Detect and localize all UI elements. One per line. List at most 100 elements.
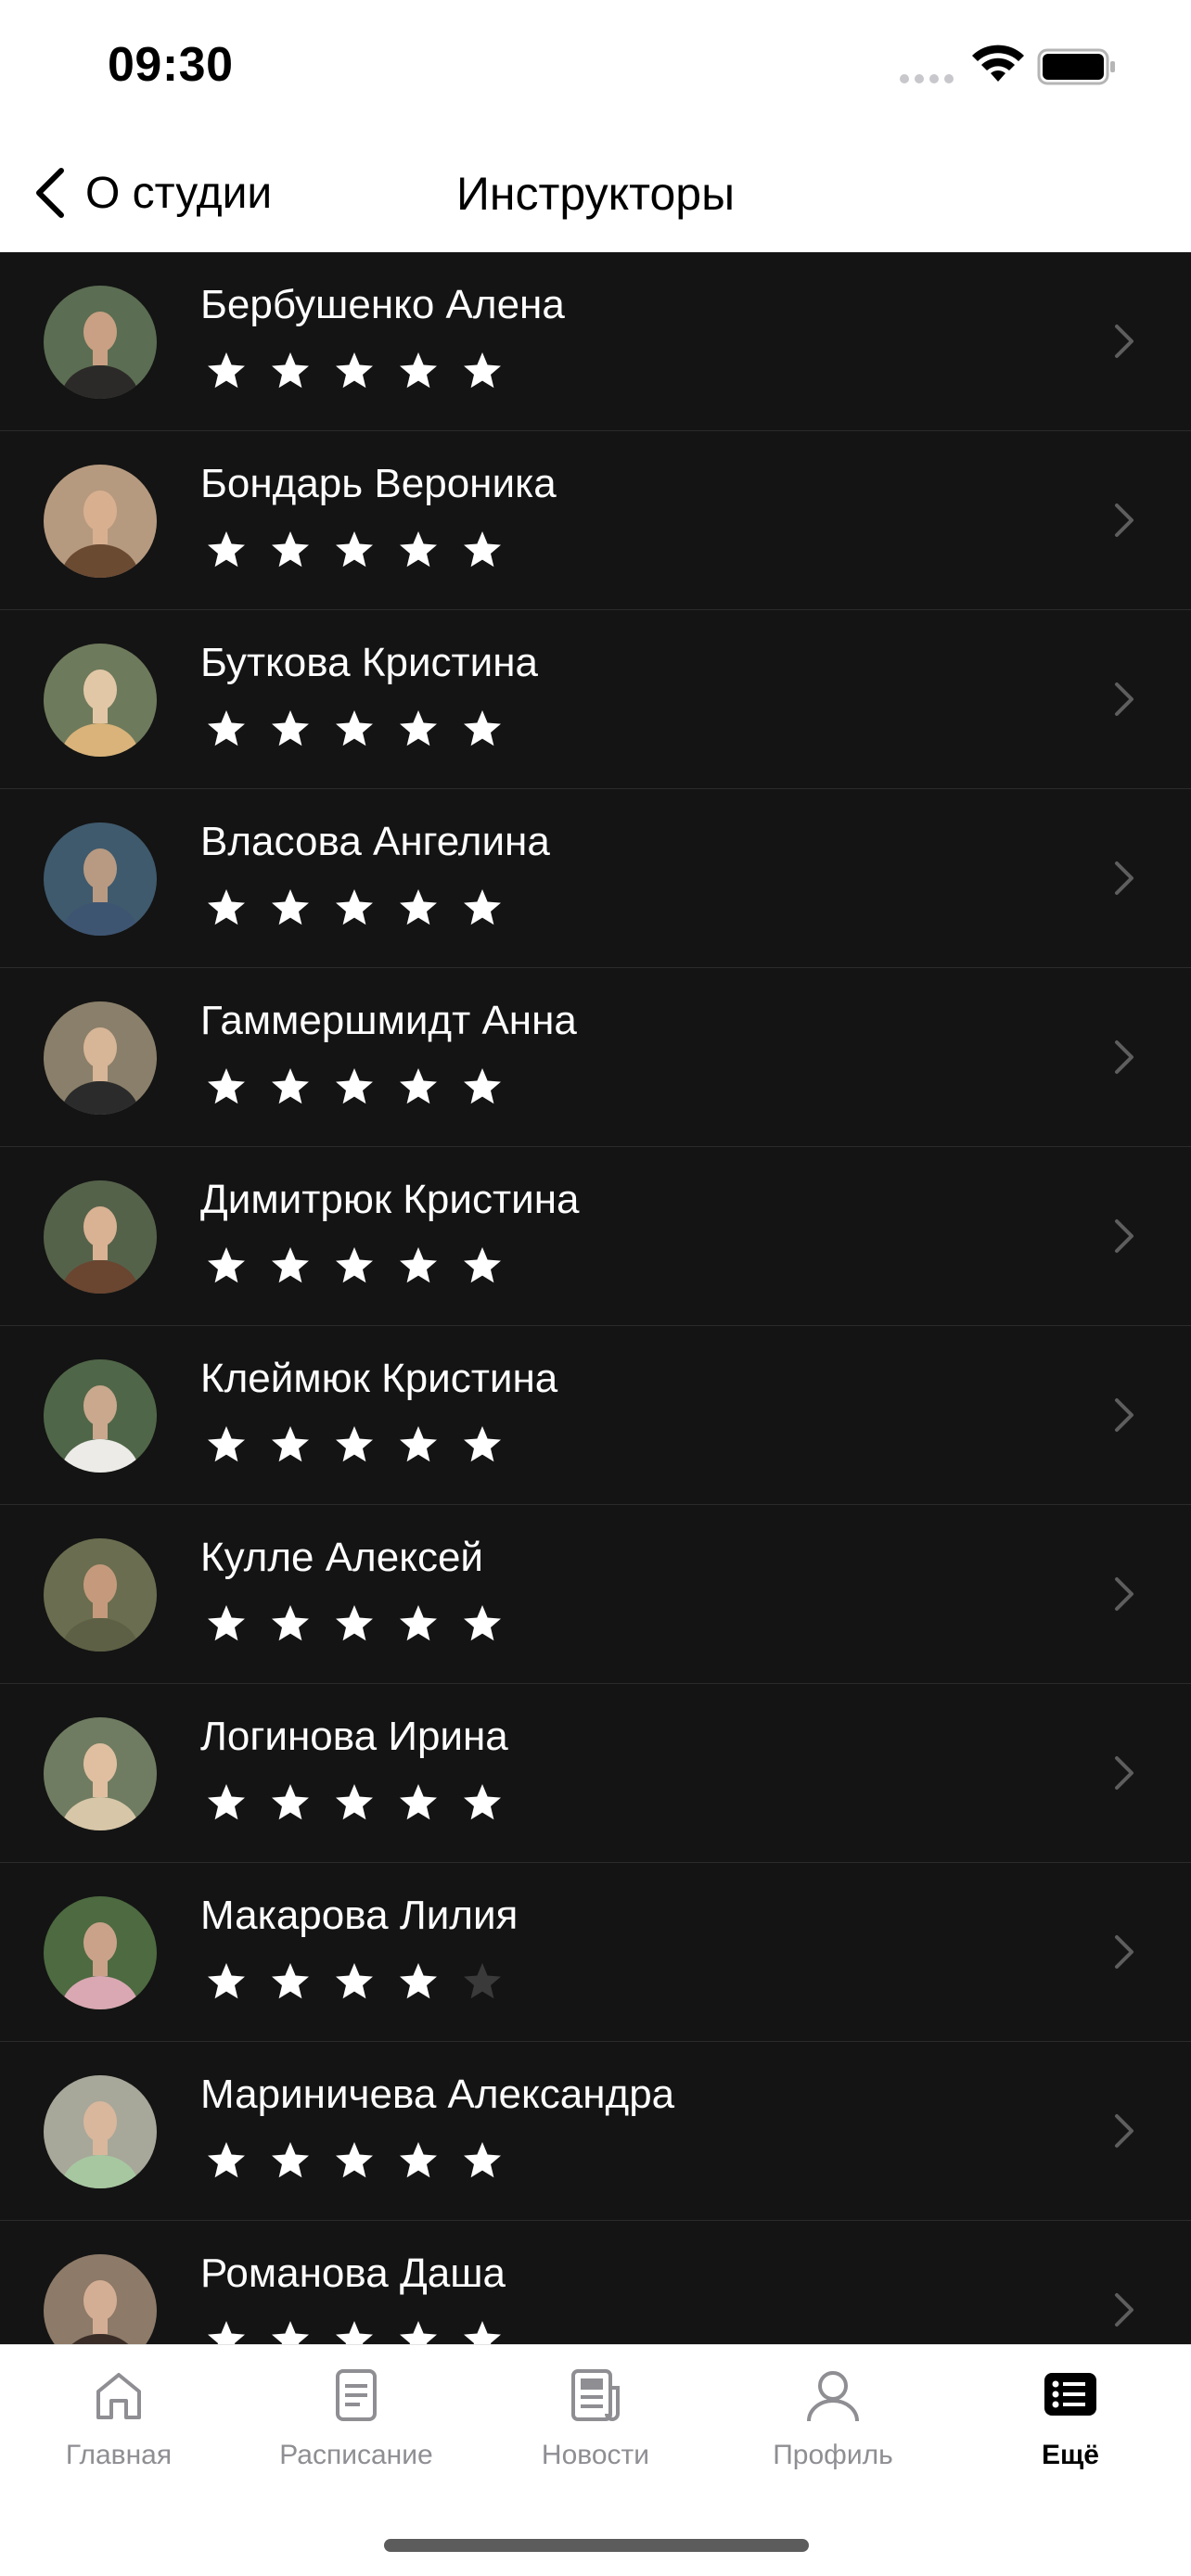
rating-stars: [206, 708, 503, 749]
instructor-row[interactable]: Димитрюк Кристина: [0, 1147, 1191, 1326]
star-filled-icon: [464, 1605, 501, 1641]
star-filled-icon: [464, 352, 501, 389]
battery-icon: [1037, 48, 1115, 85]
instructor-row[interactable]: Кулле Алексей: [0, 1505, 1191, 1684]
star-filled-icon: [400, 2142, 437, 2178]
instructor-row[interactable]: Клеймюк Кристина: [0, 1326, 1191, 1505]
star-filled-icon: [208, 2142, 245, 2178]
star-filled-icon: [464, 2142, 501, 2178]
instructor-row[interactable]: Бербушенко Алена: [0, 252, 1191, 431]
avatar: [44, 823, 157, 936]
rating-stars: [206, 1603, 503, 1644]
rating-stars: [206, 529, 503, 570]
star-filled-icon: [336, 531, 373, 567]
home-icon: [96, 2373, 141, 2419]
star-filled-icon: [272, 531, 309, 567]
star-filled-icon: [272, 2142, 309, 2178]
instructor-row[interactable]: Романова Даша: [0, 2221, 1191, 2344]
star-filled-icon: [272, 352, 309, 389]
tab-schedule[interactable]: Расписание: [254, 2366, 458, 2495]
star-filled-icon: [400, 1247, 437, 1283]
avatar: [44, 644, 157, 757]
star-filled-icon: [208, 352, 245, 389]
tab-more[interactable]: Ещё: [968, 2366, 1172, 2495]
chevron-right-icon: [1115, 1577, 1133, 1611]
chevron-right-icon: [1115, 682, 1133, 716]
tab-label: Ещё: [1041, 2440, 1099, 2470]
star-filled-icon: [400, 1963, 437, 1999]
rating-stars: [206, 1245, 503, 1286]
star-filled-icon: [464, 710, 501, 746]
star-filled-icon: [400, 710, 437, 746]
avatar: [44, 465, 157, 578]
instructor-name: Димитрюк Кристина: [200, 1177, 580, 1222]
rating-stars: [206, 1961, 503, 2002]
navigation-bar: О студии Инструкторы: [0, 139, 1191, 252]
star-filled-icon: [208, 1068, 245, 1104]
star-filled-icon: [400, 1784, 437, 1820]
star-filled-icon: [400, 889, 437, 925]
star-filled-icon: [400, 1605, 437, 1641]
avatar: [44, 2254, 157, 2344]
star-filled-icon: [208, 1963, 245, 1999]
tab-profile[interactable]: Профиль: [731, 2366, 935, 2495]
news-icon: [571, 2369, 620, 2421]
star-filled-icon: [400, 1068, 437, 1104]
avatar: [44, 1359, 157, 1473]
instructor-name: Бербушенко Алена: [200, 282, 565, 327]
tab-home[interactable]: Главная: [17, 2366, 221, 2495]
instructor-name: Бондарь Вероника: [200, 461, 557, 506]
schedule-icon: [336, 2369, 377, 2421]
more-icon: [1044, 2373, 1096, 2416]
star-filled-icon: [336, 1426, 373, 1462]
instructor-name: Власова Ангелина: [200, 819, 550, 864]
star-filled-icon: [208, 889, 245, 925]
star-filled-icon: [208, 1426, 245, 1462]
instructor-row[interactable]: Бондарь Вероника: [0, 431, 1191, 610]
star-filled-icon: [336, 1963, 373, 1999]
chevron-right-icon: [1115, 2114, 1133, 2148]
instructor-row[interactable]: Власова Ангелина: [0, 789, 1191, 968]
star-filled-icon: [464, 2321, 501, 2344]
star-filled-icon: [400, 1426, 437, 1462]
tab-label: Расписание: [279, 2440, 433, 2470]
instructor-row[interactable]: Буткова Кристина: [0, 610, 1191, 789]
instructor-row[interactable]: Логинова Ирина: [0, 1684, 1191, 1863]
star-filled-icon: [336, 710, 373, 746]
star-filled-icon: [336, 1605, 373, 1641]
instructor-name: Кулле Алексей: [200, 1535, 483, 1580]
instructor-name: Макарова Лилия: [200, 1893, 519, 1938]
star-filled-icon: [464, 1426, 501, 1462]
star-filled-icon: [400, 531, 437, 567]
instructor-list: Бербушенко Алена Бондарь Вероника Бутков…: [0, 252, 1191, 2344]
star-filled-icon: [336, 2321, 373, 2344]
instructor-name: Романова Даша: [200, 2251, 506, 2296]
star-filled-icon: [272, 1963, 309, 1999]
star-filled-icon: [464, 889, 501, 925]
star-filled-icon: [464, 1247, 501, 1283]
tab-label: Новости: [541, 2440, 650, 2470]
star-filled-icon: [336, 352, 373, 389]
chevron-right-icon: [1115, 1219, 1133, 1253]
star-filled-icon: [336, 1247, 373, 1283]
chevron-right-icon: [1115, 325, 1133, 358]
chevron-right-icon: [1115, 1398, 1133, 1432]
avatar: [44, 2075, 157, 2188]
star-filled-icon: [208, 1784, 245, 1820]
tab-label: Профиль: [773, 2440, 893, 2470]
star-filled-icon: [336, 1784, 373, 1820]
instructor-name: Мариничева Александра: [200, 2072, 675, 2117]
star-filled-icon: [272, 1605, 309, 1641]
star-filled-icon: [464, 1068, 501, 1104]
star-filled-icon: [272, 1068, 309, 1104]
star-filled-icon: [208, 2321, 245, 2344]
rating-stars: [206, 1424, 503, 1465]
instructor-row[interactable]: Гаммершмидт Анна: [0, 968, 1191, 1147]
star-filled-icon: [208, 531, 245, 567]
status-time: 09:30: [108, 38, 234, 92]
screen: 09:30 О студии Инструкторы Бербушенко Ал…: [0, 0, 1191, 2576]
instructor-row[interactable]: Мариничева Александра: [0, 2042, 1191, 2221]
status-bar: 09:30: [0, 0, 1191, 139]
tab-news[interactable]: Новости: [493, 2366, 698, 2495]
instructor-row[interactable]: Макарова Лилия: [0, 1863, 1191, 2042]
